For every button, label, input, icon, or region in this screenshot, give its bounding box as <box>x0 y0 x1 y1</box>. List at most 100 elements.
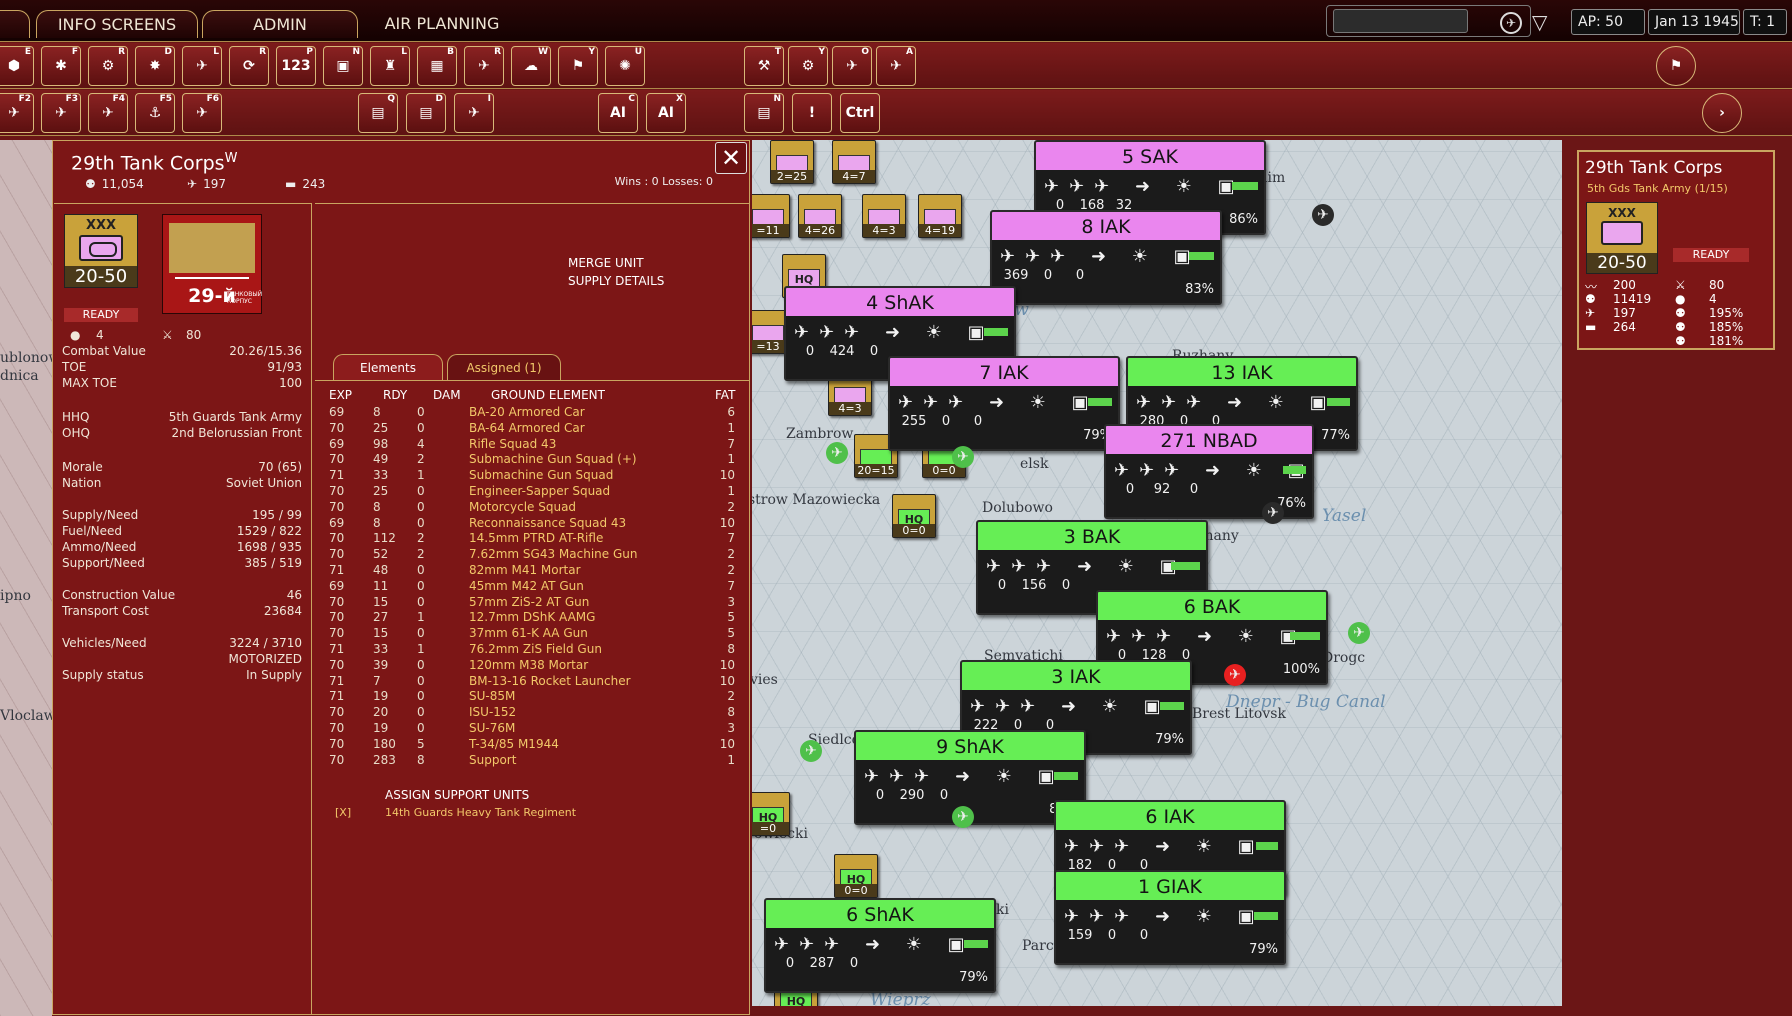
airbase-icon[interactable]: ✈ <box>826 442 848 464</box>
readiness-percent: 83% <box>1185 282 1214 297</box>
airbase-icon[interactable]: ✈ <box>1262 502 1284 524</box>
dam-cell: 0 <box>417 499 425 514</box>
unit-counter[interactable]: 4=19 <box>918 194 962 238</box>
toolbar-button-icon[interactable]: ▤ N <box>744 93 784 133</box>
toolbar-button-icon[interactable]: ✈ R <box>464 46 504 86</box>
unit-counter[interactable]: 4=26 <box>798 194 842 238</box>
toolbar-button-icon[interactable]: ✈ O <box>832 46 872 86</box>
settings-icon[interactable]: ✈ <box>1500 12 1522 34</box>
toolbar-button-icon[interactable]: ✈ F4 <box>88 93 128 133</box>
airbase-icon[interactable]: ✈ <box>952 806 974 828</box>
toolbar-button-icon[interactable]: ⬢ E <box>0 46 34 86</box>
stat-value: 5th Guards Tank Army <box>168 410 302 424</box>
toolbar-button-icon[interactable]: ✈ A <box>876 46 916 86</box>
airbase-icon[interactable]: ✈ <box>1312 204 1334 226</box>
toolbar-button-icon[interactable]: ⚙ Y <box>788 46 828 86</box>
hotkey-label: D <box>435 94 443 104</box>
close-icon[interactable]: ✕ <box>715 142 747 174</box>
unit-counter[interactable]: 4=7 <box>832 140 876 184</box>
assign-support-link[interactable]: ASSIGN SUPPORT UNITS <box>385 788 529 802</box>
tab-assigned[interactable]: Assigned (1) <box>447 354 561 380</box>
unit-counter[interactable]: HQ 0=0 <box>892 494 936 538</box>
air-unit-box[interactable]: 8 IAK ✈✈✈ ➜ ☀ ▣ 369 0 0 83% <box>990 210 1222 305</box>
menu-tab-info-screens[interactable]: INFO SCREENS <box>36 10 198 38</box>
filter-icon[interactable]: ▽ <box>1532 10 1547 34</box>
tank-unit-symbol-icon <box>1601 221 1643 245</box>
end-turn-icon[interactable]: ⚑ <box>1656 46 1696 86</box>
exp-cell: 70 <box>329 752 345 767</box>
toolbar-button-icon[interactable]: ⚙ R <box>88 46 128 86</box>
assigned-checkbox[interactable]: [X] <box>335 806 351 819</box>
hotkey-label: I <box>487 94 491 104</box>
aircraft-count: 0 <box>941 414 951 429</box>
menu-tab-air-planning[interactable]: AIR PLANNING <box>362 10 522 38</box>
toolbar-button-icon[interactable]: ⚒ T <box>744 46 784 86</box>
toolbar-button-icon[interactable]: ✈ F3 <box>41 93 81 133</box>
unit-counter[interactable]: XXX 20-50 <box>64 214 138 288</box>
toolbar-glyph: ♜ <box>383 58 397 74</box>
aircraft-count: 290 <box>899 788 925 803</box>
aircraft-count: 159 <box>1067 928 1093 943</box>
air-unit-stats: ✈✈✈ ➜ ☀ ▣ 369 0 0 83% <box>992 240 1220 303</box>
toolbar-button-icon[interactable]: AI X <box>646 93 686 133</box>
toolbar-button-icon[interactable]: ⟳ R <box>229 46 269 86</box>
exp-cell: 70 <box>329 531 345 546</box>
strategic-map[interactable]: VolkovyskSlonimKulevichistokarewRuzhanyZ… <box>752 140 1562 1016</box>
menu-tab-admin[interactable]: ADMIN <box>202 10 358 38</box>
merge-unit-link[interactable]: MERGE UNIT <box>568 256 644 270</box>
col-dam: DAM <box>433 388 461 402</box>
airbase-icon[interactable]: ✈ <box>800 740 822 762</box>
air-unit-box[interactable]: 271 NBAD ✈✈✈ ➜ ☀ ▣ 0 92 0 76% <box>1104 424 1314 519</box>
toolbar-button-icon[interactable]: ▤ Q <box>358 93 398 133</box>
rdy-cell: 8 <box>373 515 381 530</box>
air-unit-box[interactable]: 7 IAK ✈✈✈ ➜ ☀ ▣ 255 0 0 79% <box>888 356 1120 451</box>
fat-cell: 1 <box>727 420 735 435</box>
toolbar-glyph: ▦ <box>430 58 444 74</box>
unit-counter[interactable]: 2=25 <box>770 140 814 184</box>
air-unit-box[interactable]: 6 ShAK ✈✈✈ ➜ ☀ ▣ 0 287 0 79% <box>764 898 996 993</box>
hotkey-label: Y <box>818 47 825 57</box>
next-unit-icon[interactable]: › <box>1702 93 1742 133</box>
aircraft-count: 0 <box>939 788 949 803</box>
toolbar-button-icon[interactable]: ✈ L <box>182 46 222 86</box>
toolbar-button-icon[interactable]: ▦ B <box>417 46 457 86</box>
toolbar-button-icon[interactable]: ✸ D <box>135 46 175 86</box>
exp-cell: 71 <box>329 689 345 704</box>
air-unit-box[interactable]: 1 GIAK ✈✈✈ ➜ ☀ ▣ 159 0 0 79% <box>1054 870 1286 965</box>
toolbar-button-icon[interactable]: Ctrl <box>840 93 880 133</box>
toolbar-button-icon[interactable]: ✱ F <box>41 46 81 86</box>
info-stat-icon: ⚉ <box>1675 334 1686 348</box>
toolbar-button-icon[interactable]: 123 P <box>276 46 316 86</box>
airbase-icon[interactable]: ✈ <box>1224 664 1246 686</box>
toolbar-button-icon[interactable]: ⚓ F5 <box>135 93 175 133</box>
search-input[interactable] <box>1333 9 1468 33</box>
airbase-icon[interactable]: ✈ <box>1348 622 1370 644</box>
dam-cell: 2 <box>417 547 425 562</box>
airbase-icon[interactable]: ✈ <box>952 446 974 468</box>
toolbar-button-icon[interactable]: ⚑ Y <box>558 46 598 86</box>
toolbar-button-icon[interactable]: ▤ D <box>406 93 446 133</box>
toolbar-row-1: ⬢ E ✱ F ⚙ R ✸ D ✈ L ⟳ R 123 P ▣ N ♜ L ▦ B ✈ R ☁ W ⚑ Y ✺ U ⚒ T ⚙ Y ✈ O ✈ A ⚑ <box>0 43 1792 89</box>
dam-cell: 0 <box>417 484 425 498</box>
map-place-label: vies <box>752 672 778 688</box>
menu-tab-left-edge[interactable] <box>0 10 30 38</box>
toolbar-button-icon[interactable]: ✈ F2 <box>0 93 34 133</box>
unit-counter[interactable]: HQ 0=0 <box>834 854 878 898</box>
toolbar-button-icon[interactable]: ♜ L <box>370 46 410 86</box>
tab-elements[interactable]: Elements <box>333 354 443 380</box>
toolbar-button-icon[interactable]: ! <box>792 93 832 133</box>
toolbar-button-icon[interactable]: ✈ F6 <box>182 93 222 133</box>
aircraft-count: 0 <box>973 414 983 429</box>
toolbar-button-icon[interactable]: AI C <box>598 93 638 133</box>
info-unit-counter[interactable]: XXX 20-50 <box>1586 202 1658 274</box>
toolbar-button-icon[interactable]: ▣ N <box>323 46 363 86</box>
exp-cell: 70 <box>329 657 345 672</box>
unit-counter[interactable]: =11 <box>752 194 790 238</box>
assigned-unit-name[interactable]: 14th Guards Heavy Tank Regiment <box>385 806 576 819</box>
toolbar-button-icon[interactable]: ☁ W <box>511 46 551 86</box>
unit-counter[interactable]: 4=3 <box>862 194 906 238</box>
toolbar-button-icon[interactable]: ✺ U <box>605 46 645 86</box>
toolbar-button-icon[interactable]: ✈ I <box>454 93 494 133</box>
supply-details-link[interactable]: SUPPLY DETAILS <box>568 274 664 288</box>
unit-counter[interactable]: HQ =0 <box>752 792 790 836</box>
